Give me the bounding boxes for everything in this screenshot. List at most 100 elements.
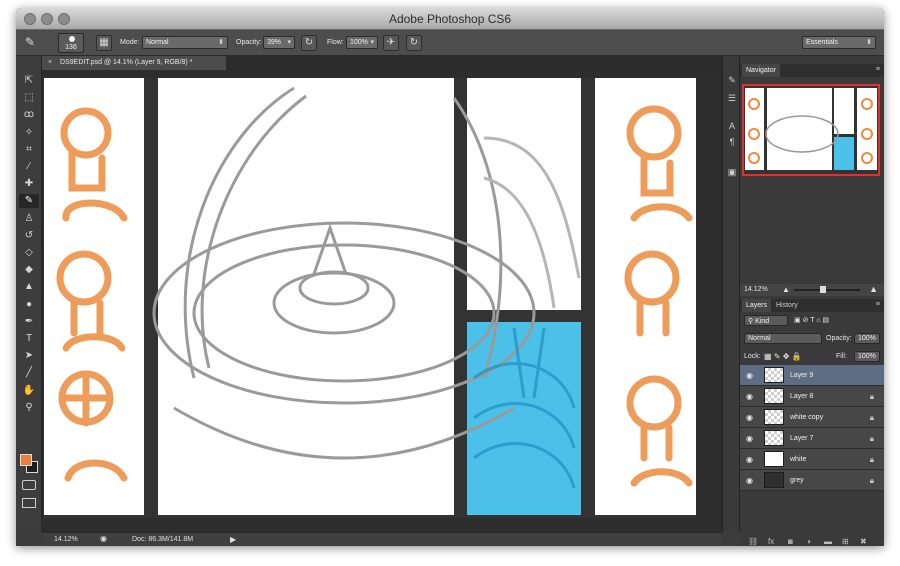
zoom-tool[interactable]: ⚲ bbox=[19, 401, 39, 415]
zoom-slider[interactable] bbox=[794, 289, 860, 291]
tab-navigator[interactable]: Navigator bbox=[742, 64, 780, 77]
tab-history[interactable]: History bbox=[772, 299, 802, 312]
line-tool[interactable]: ╱ bbox=[19, 366, 39, 380]
navigator-zoom-bar: 14.12% ▲ ▲ bbox=[740, 284, 884, 296]
lock-options-icons[interactable]: ▦ ✎ ✥ 🔒 bbox=[764, 352, 802, 361]
group-icon[interactable]: ▬ bbox=[824, 537, 832, 546]
layer-style-icon[interactable]: fx bbox=[768, 537, 774, 546]
document-canvas[interactable] bbox=[44, 78, 696, 518]
layer-mask-icon[interactable]: ◙ bbox=[788, 537, 793, 546]
tab-layers[interactable]: Layers bbox=[742, 299, 772, 312]
sliders-icon[interactable]: ☰ bbox=[726, 92, 738, 104]
close-tab-icon[interactable]: × bbox=[48, 59, 52, 66]
navigator-preview[interactable] bbox=[742, 84, 880, 176]
bucket-tool[interactable]: ◆ bbox=[19, 263, 39, 277]
character-panel-icon[interactable]: A bbox=[726, 120, 738, 132]
options-bar: ✎ 136 ▦ Mode: Normal ⬍ Opacity: 39% ▾ ↻ … bbox=[16, 30, 884, 56]
layer-name: Layer 7 bbox=[790, 435, 814, 442]
canvas-area[interactable] bbox=[42, 70, 722, 532]
move-tool[interactable]: ⇱ bbox=[19, 74, 39, 88]
brush-preset-icon[interactable]: ✎ bbox=[22, 35, 38, 51]
layer-row[interactable]: ◉ white copy 🔒︎ bbox=[740, 407, 884, 428]
layer-name: grey bbox=[790, 477, 804, 484]
marquee-tool[interactable]: ⬚ bbox=[19, 91, 39, 105]
zoom-slider-thumb[interactable] bbox=[820, 286, 826, 293]
pressure-size-icon[interactable]: ↻ bbox=[406, 35, 422, 51]
mode-select[interactable]: Normal ⬍ bbox=[142, 36, 228, 49]
layer-opacity-input[interactable]: 100% bbox=[854, 333, 880, 344]
layer-row[interactable]: ◉ Layer 7 🔒︎ bbox=[740, 428, 884, 449]
visibility-eye-icon[interactable]: ◉ bbox=[746, 413, 753, 422]
comic-panel-top-right bbox=[467, 78, 581, 310]
screen-mode-icon[interactable] bbox=[22, 498, 36, 508]
navigator-zoom-value[interactable]: 14.12% bbox=[744, 286, 768, 293]
visibility-eye-icon[interactable]: ◉ bbox=[746, 392, 753, 401]
panel-menu-icon[interactable]: ≡ bbox=[876, 66, 880, 73]
visibility-eye-icon[interactable]: ◉ bbox=[746, 371, 753, 380]
eraser-tool[interactable]: ◇ bbox=[19, 246, 39, 260]
filter-icons[interactable]: ▣ ⊘ T ⌂ ▤ bbox=[794, 316, 829, 324]
flow-input[interactable]: 100% ▾ bbox=[346, 36, 378, 49]
quick-mask-icon[interactable] bbox=[22, 480, 36, 490]
history-brush-tool[interactable]: ↺ bbox=[19, 229, 39, 243]
blur-tool[interactable]: ▲ bbox=[19, 280, 39, 294]
lasso-tool[interactable]: ꝏ bbox=[19, 108, 39, 122]
visibility-eye-icon[interactable]: ◉ bbox=[746, 434, 753, 443]
new-layer-icon[interactable]: ⊞ bbox=[842, 537, 849, 546]
brush-panel-icon[interactable]: ✎ bbox=[726, 74, 738, 86]
search-icon: ⚲ bbox=[748, 318, 754, 325]
status-zoom[interactable]: 14.12% bbox=[54, 536, 78, 543]
opacity-value: 39% bbox=[267, 39, 282, 46]
zoom-out-icon[interactable]: ▲ bbox=[782, 285, 790, 294]
chevron-down-icon: ⬍ bbox=[218, 39, 224, 46]
layers-tab-row: Layers History ≡ bbox=[740, 299, 884, 312]
dodge-tool[interactable]: ● bbox=[19, 298, 39, 312]
layer-name: white copy bbox=[790, 414, 824, 421]
brush-size-picker[interactable]: 136 bbox=[58, 33, 84, 53]
kind-filter-select[interactable]: ⚲ Kind bbox=[744, 315, 788, 326]
brush-tool[interactable]: ✎ bbox=[19, 194, 39, 209]
pressure-opacity-icon[interactable]: ↻ bbox=[301, 35, 317, 51]
play-icon[interactable]: ▶ bbox=[230, 535, 236, 544]
brush-panel-toggle-icon[interactable]: ▦ bbox=[96, 35, 112, 51]
path-select-tool[interactable]: ➤ bbox=[19, 349, 39, 363]
layer-row[interactable]: ◉ grey 🔒︎ bbox=[740, 470, 884, 491]
hand-tool[interactable]: ✋ bbox=[19, 384, 39, 398]
airbrush-icon[interactable]: ✈ bbox=[383, 35, 399, 51]
crop-tool[interactable]: ⌗ bbox=[19, 143, 39, 157]
workspace-select[interactable]: Essentials ⬍ bbox=[802, 36, 876, 49]
photoshop-window: Adobe Photoshop CS6 ✎ 136 ▦ Mode: Normal… bbox=[16, 8, 884, 546]
trash-icon[interactable]: ✖ bbox=[860, 537, 867, 546]
adjustment-layer-icon[interactable]: ◑ bbox=[806, 537, 811, 546]
lock-icon: 🔒︎ bbox=[869, 392, 874, 401]
opacity-input[interactable]: 39% ▾ bbox=[263, 36, 295, 49]
document-tab[interactable]: × DS9EDIT.psd @ 14.1% (Layer 9, RGB/8) * bbox=[42, 56, 226, 70]
info-icon[interactable]: ◉ bbox=[100, 534, 107, 543]
foreground-color-swatch[interactable] bbox=[20, 454, 32, 466]
quick-select-tool[interactable]: ✧ bbox=[19, 126, 39, 140]
type-tool[interactable]: T bbox=[19, 332, 39, 346]
fill-input[interactable]: 100% bbox=[854, 351, 880, 362]
eyedropper-tool[interactable]: ⁄ bbox=[19, 160, 39, 174]
right-panel-dock: Navigator ≡ 14.12% ▲ ▲ Layers History ≡ … bbox=[740, 56, 884, 546]
layer-row[interactable]: ◉ Layer 9 bbox=[740, 365, 884, 386]
link-layers-icon[interactable]: ⛓ bbox=[748, 537, 758, 546]
layer-thumbnail bbox=[764, 430, 784, 446]
visibility-eye-icon[interactable]: ◉ bbox=[746, 455, 753, 464]
mode-value: Normal bbox=[146, 39, 169, 46]
document-tab-bar: × DS9EDIT.psd @ 14.1% (Layer 9, RGB/8) * bbox=[42, 56, 722, 70]
tool-presets-icon[interactable]: ▣ bbox=[726, 166, 738, 178]
layers-footer: ⛓ fx ◙ ◑ ▬ ⊞ ✖ bbox=[740, 537, 884, 546]
layer-row[interactable]: ◉ white 🔒︎ bbox=[740, 449, 884, 470]
pen-tool[interactable]: ✒ bbox=[19, 315, 39, 329]
layer-name: Layer 9 bbox=[790, 372, 814, 379]
healing-tool[interactable]: ✚ bbox=[19, 177, 39, 191]
paragraph-panel-icon[interactable]: ¶ bbox=[726, 136, 738, 148]
visibility-eye-icon[interactable]: ◉ bbox=[746, 476, 753, 485]
panel-menu-icon[interactable]: ≡ bbox=[876, 301, 880, 308]
blend-mode-select[interactable]: Normal bbox=[744, 333, 822, 344]
stamp-tool[interactable]: ♙ bbox=[19, 212, 39, 226]
zoom-in-icon[interactable]: ▲ bbox=[869, 284, 878, 294]
layer-row[interactable]: ◉ Layer 8 🔒︎ bbox=[740, 386, 884, 407]
window-title: Adobe Photoshop CS6 bbox=[388, 12, 512, 26]
